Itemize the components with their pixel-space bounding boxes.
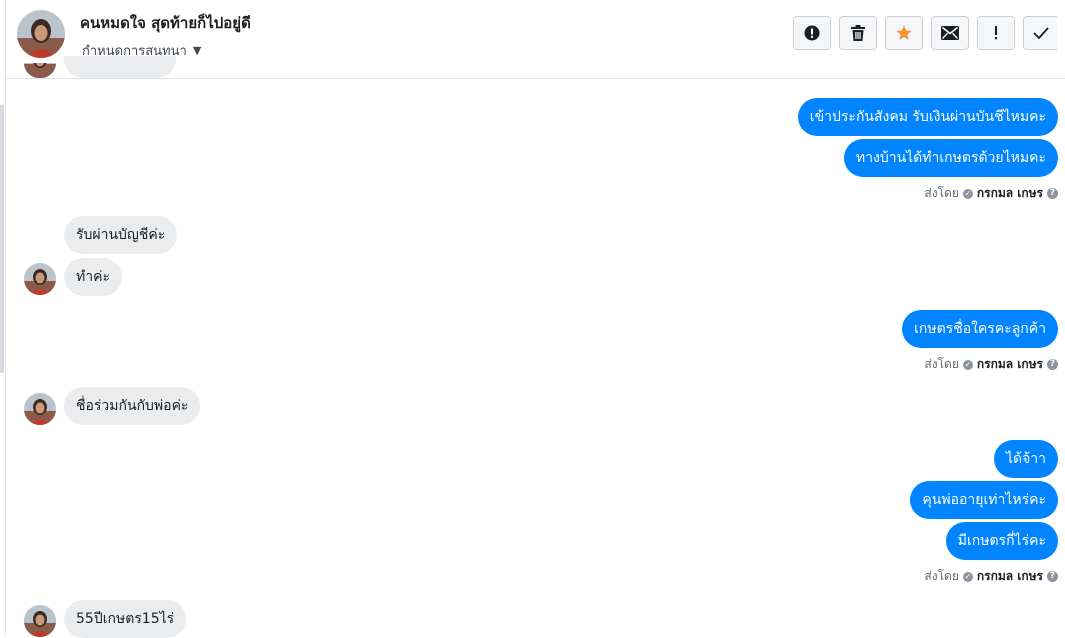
message-bubble-partial	[64, 56, 176, 78]
admin-badge-icon: ✓	[962, 359, 973, 370]
message-bubble-incoming[interactable]: ชื่อร่วมกันกับพ่อค่ะ	[64, 387, 201, 425]
sender-name: กรกมล เกษร	[976, 186, 1043, 200]
star-icon	[896, 25, 912, 40]
message-bubble-outgoing[interactable]: คุนพ่ออายุเท่าไหร่คะ	[910, 481, 1058, 519]
follow-up-button[interactable]	[977, 16, 1015, 50]
contact-name: คนหมดใจ สุดท้ายก็ไปอยู่ดี	[80, 14, 251, 32]
envelope-icon	[941, 26, 959, 40]
help-icon[interactable]: ?	[1047, 188, 1058, 199]
caret-down-icon: ▼	[192, 44, 202, 57]
sent-by-label: ส่งโดย	[924, 357, 959, 371]
sender-avatar[interactable]	[24, 263, 56, 295]
contact-avatar[interactable]	[17, 10, 65, 58]
message-bubble-outgoing[interactable]: ทางบ้านได้ทำเกษตรด้วยไหมคะ	[843, 139, 1058, 177]
exclamation-icon	[995, 26, 997, 40]
sender-avatar[interactable]	[24, 605, 56, 637]
message-bubble-incoming[interactable]: ทำค่ะ	[64, 258, 122, 296]
admin-badge-icon: ✓	[962, 571, 973, 582]
sender-name: กรกมล เกษร	[976, 569, 1043, 583]
help-icon[interactable]: ?	[1047, 359, 1058, 370]
mark-unread-button[interactable]	[931, 16, 969, 50]
message-bubble-incoming[interactable]: 55ปีเกษตร15ไร่	[64, 600, 187, 638]
message-bubble-outgoing[interactable]: ได้จ้าา	[993, 440, 1058, 478]
message-bubble-incoming[interactable]: รับผ่านบัญชีค่ะ	[64, 216, 178, 254]
help-icon[interactable]: ?	[1047, 571, 1058, 582]
sent-by-label: ส่งโดย	[924, 569, 959, 583]
message-bubble-outgoing[interactable]: มีเกษตรกี่ไร่คะ	[945, 522, 1058, 560]
delete-button[interactable]	[839, 16, 877, 50]
mark-spam-button[interactable]	[793, 16, 831, 50]
left-scrollbar[interactable]	[0, 105, 4, 373]
sender-avatar[interactable]	[24, 393, 56, 425]
admin-badge-icon: ✓	[962, 188, 973, 199]
sent-by-info: ส่งโดย ✓ กรกมล เกษร ?	[924, 355, 1058, 374]
message-bubble-outgoing[interactable]: เกษตรชื่อใครคะลูกค้า	[902, 310, 1058, 348]
trash-icon	[851, 25, 865, 41]
sent-by-info: ส่งโดย ✓ กรกมล เกษร ?	[924, 567, 1058, 586]
sent-by-info: ส่งโดย ✓ กรกมล เกษร ?	[924, 184, 1058, 203]
message-bubble-outgoing[interactable]: เข้าประกันสังคม รับเงินผ่านบันชีไหมคะ	[797, 98, 1058, 136]
checkmark-icon	[1032, 27, 1049, 39]
star-button[interactable]	[885, 16, 923, 50]
exclamation-circle-icon	[804, 25, 820, 41]
mark-done-button[interactable]	[1023, 16, 1057, 50]
sent-by-label: ส่งโดย	[924, 186, 959, 200]
header-actions	[793, 16, 1057, 50]
sender-name: กรกมล เกษร	[976, 357, 1043, 371]
